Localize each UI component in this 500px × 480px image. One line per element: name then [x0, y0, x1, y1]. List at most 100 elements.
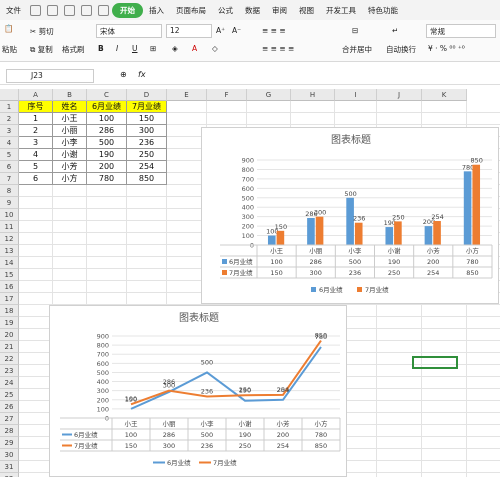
selected-cell[interactable]: [412, 356, 458, 369]
row-header[interactable]: 29: [0, 437, 19, 449]
table-cell[interactable]: 小谢: [53, 149, 87, 161]
row-header[interactable]: 21: [0, 341, 19, 353]
menu-item[interactable]: 文件: [0, 5, 27, 16]
table-cell[interactable]: 3: [19, 137, 53, 149]
column-header[interactable]: C: [87, 89, 127, 101]
row-header[interactable]: 27: [0, 413, 19, 425]
menu-item[interactable]: 特色功能: [362, 5, 404, 16]
table-cell[interactable]: 250: [127, 149, 167, 161]
quick-access-icon[interactable]: [47, 4, 58, 16]
row-header[interactable]: 23: [0, 365, 19, 377]
table-cell[interactable]: 236: [127, 137, 167, 149]
row-header[interactable]: 6: [0, 161, 19, 173]
border-icon[interactable]: ⊞: [150, 44, 156, 53]
increase-font-button[interactable]: A⁺: [216, 26, 225, 35]
table-cell[interactable]: 小方: [53, 173, 87, 185]
column-header[interactable]: B: [53, 89, 87, 101]
row-header[interactable]: 20: [0, 329, 19, 341]
quick-access-icon[interactable]: [98, 4, 109, 16]
row-header[interactable]: 31: [0, 461, 19, 473]
table-cell[interactable]: 190: [87, 149, 127, 161]
table-cell[interactable]: 100: [87, 113, 127, 125]
menu-item[interactable]: 页面布局: [170, 5, 212, 16]
wrap-text-button[interactable]: 自动换行: [386, 44, 416, 55]
table-cell[interactable]: 5: [19, 161, 53, 173]
row-header[interactable]: 11: [0, 221, 19, 233]
table-cell[interactable]: 小李: [53, 137, 87, 149]
table-cell[interactable]: 254: [127, 161, 167, 173]
table-cell[interactable]: 780: [87, 173, 127, 185]
row-header[interactable]: 24: [0, 377, 19, 389]
column-header[interactable]: H: [291, 89, 335, 101]
row-header[interactable]: 9: [0, 197, 19, 209]
menu-item[interactable]: 开始: [112, 2, 143, 18]
table-cell[interactable]: 小王: [53, 113, 87, 125]
row-header[interactable]: 13: [0, 245, 19, 257]
quick-access-icon[interactable]: [64, 4, 75, 16]
cut-button[interactable]: ✂ 剪切: [30, 26, 54, 37]
column-header[interactable]: D: [127, 89, 167, 101]
menu-item[interactable]: 视图: [293, 5, 320, 16]
column-header[interactable]: K: [422, 89, 467, 101]
wrap-icon[interactable]: ↵: [392, 26, 398, 35]
row-header[interactable]: 7: [0, 173, 19, 185]
align-left-icon[interactable]: ≡ ≡ ≡ ≡: [262, 44, 294, 53]
menu-item[interactable]: 数据: [239, 5, 266, 16]
fill-color-icon[interactable]: ◈: [172, 44, 178, 53]
table-cell[interactable]: 小丽: [53, 125, 87, 137]
table-cell[interactable]: 286: [87, 125, 127, 137]
copy-button[interactable]: ⧉ 复制: [30, 44, 53, 55]
row-header[interactable]: 18: [0, 305, 19, 317]
paste-icon[interactable]: 📋: [4, 24, 13, 33]
paste-button[interactable]: 粘贴: [2, 44, 17, 55]
row-header[interactable]: 17: [0, 293, 19, 305]
row-header[interactable]: 32: [0, 473, 19, 477]
fx-icon[interactable]: fx: [138, 70, 146, 79]
decrease-font-button[interactable]: A⁻: [232, 26, 241, 35]
row-header[interactable]: 3: [0, 125, 19, 137]
merge-center-button[interactable]: 合并居中: [342, 44, 372, 55]
table-cell[interactable]: 150: [127, 113, 167, 125]
table-cell[interactable]: 850: [127, 173, 167, 185]
table-header-cell[interactable]: 7月业绩: [127, 101, 167, 113]
font-size-select[interactable]: 12: [166, 24, 212, 38]
row-header[interactable]: 8: [0, 185, 19, 197]
row-header[interactable]: 26: [0, 401, 19, 413]
table-cell[interactable]: 2: [19, 125, 53, 137]
font-color-icon[interactable]: A: [192, 44, 197, 53]
menu-item[interactable]: 公式: [212, 5, 239, 16]
bar-chart[interactable]: 图表标题010020030040050060070080090010028650…: [201, 127, 499, 304]
name-box[interactable]: J23: [6, 69, 94, 83]
table-cell[interactable]: 300: [127, 125, 167, 137]
align-top-icon[interactable]: ≡ ≡ ≡: [262, 26, 286, 35]
number-format-select[interactable]: 常规: [426, 24, 496, 38]
menu-item[interactable]: 插入: [143, 5, 170, 16]
quick-access-icon[interactable]: [30, 4, 41, 16]
percent-icon[interactable]: ¥ · % ⁰⁰ ⁺⁰: [428, 44, 465, 53]
format-painter-button[interactable]: 格式刷: [62, 44, 85, 55]
row-header[interactable]: 19: [0, 317, 19, 329]
row-header[interactable]: 14: [0, 257, 19, 269]
column-header[interactable]: A: [19, 89, 53, 101]
table-cell[interactable]: 6: [19, 173, 53, 185]
row-header[interactable]: 16: [0, 281, 19, 293]
table-cell[interactable]: 200: [87, 161, 127, 173]
row-header[interactable]: 4: [0, 137, 19, 149]
column-header[interactable]: J: [377, 89, 422, 101]
row-header[interactable]: 30: [0, 449, 19, 461]
row-header[interactable]: 12: [0, 233, 19, 245]
menu-item[interactable]: 开发工具: [320, 5, 362, 16]
line-chart[interactable]: 图表标题010020030040050060070080090010028650…: [49, 305, 347, 477]
corner-cell[interactable]: [0, 89, 19, 101]
table-cell[interactable]: 1: [19, 113, 53, 125]
font-name-select[interactable]: 宋体: [96, 24, 162, 38]
row-header[interactable]: 28: [0, 425, 19, 437]
row-header[interactable]: 5: [0, 149, 19, 161]
row-header[interactable]: 2: [0, 113, 19, 125]
zoom-icon[interactable]: ⊕: [120, 70, 127, 79]
italic-button[interactable]: I: [116, 44, 118, 53]
bold-button[interactable]: B: [98, 44, 104, 53]
underline-button[interactable]: U: [132, 44, 138, 53]
row-header[interactable]: 1: [0, 101, 19, 113]
erase-icon[interactable]: ◇: [212, 44, 218, 53]
